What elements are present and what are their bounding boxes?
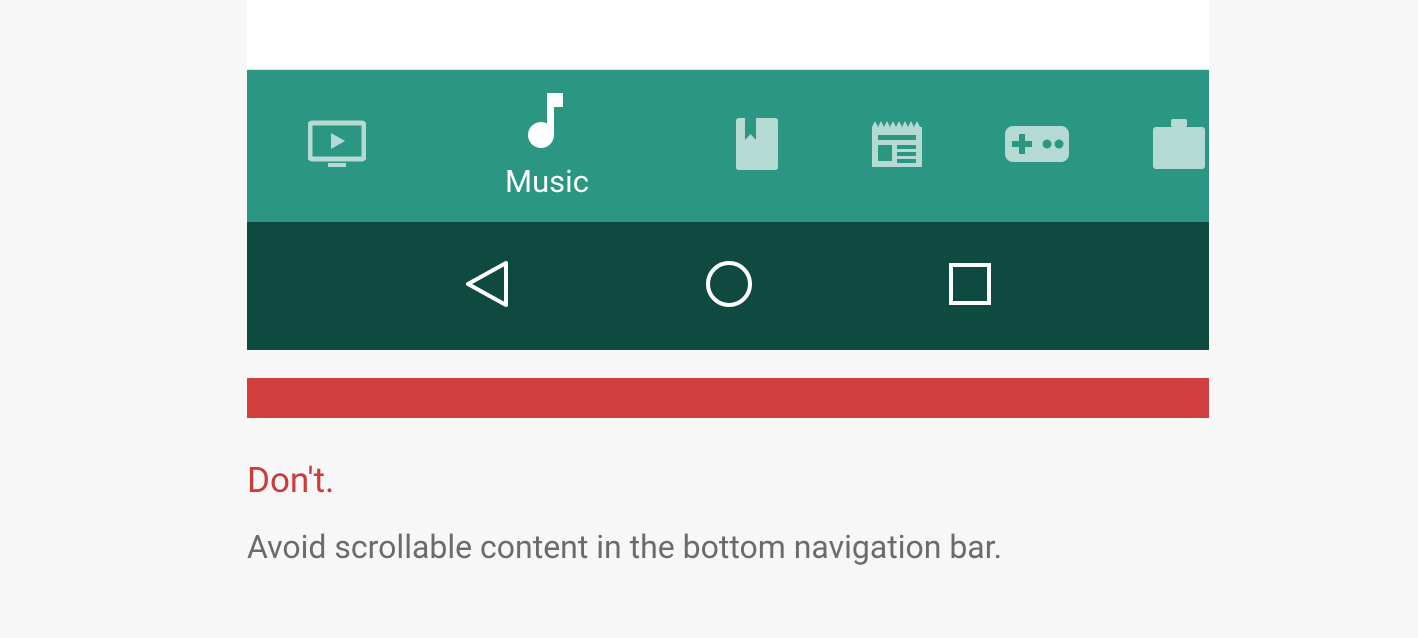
phone-mockup: Music: [247, 0, 1209, 350]
dont-indicator-bar: [247, 378, 1209, 418]
back-triangle-icon: [464, 259, 510, 313]
recents-square-icon: [948, 262, 992, 310]
home-circle-icon: [704, 259, 754, 313]
recents-button[interactable]: [948, 262, 992, 310]
back-button[interactable]: [464, 259, 510, 313]
gamepad-icon: [1005, 126, 1069, 166]
bookmark-icon: [736, 118, 778, 174]
caption-text: Avoid scrollable content in the bottom n…: [247, 525, 1209, 570]
nav-item-games[interactable]: [967, 126, 1107, 166]
newspaper-icon: [870, 119, 924, 173]
bottom-navigation-bar: Music: [247, 70, 1209, 222]
home-button[interactable]: [704, 259, 754, 313]
nav-item-news[interactable]: [827, 119, 967, 173]
content-area: [247, 0, 1209, 70]
nav-item-video[interactable]: [267, 119, 407, 173]
android-system-bar: [247, 222, 1209, 350]
shopping-bag-icon: [1153, 119, 1205, 173]
nav-item-books[interactable]: [687, 118, 827, 174]
music-note-icon: [525, 93, 569, 153]
dont-label: Don't.: [247, 460, 1209, 501]
caption-area: Don't. Avoid scrollable content in the b…: [247, 418, 1209, 570]
nav-item-label: Music: [505, 163, 589, 200]
video-play-icon: [308, 119, 366, 173]
nav-item-shop[interactable]: [1129, 119, 1209, 173]
nav-item-music[interactable]: Music: [407, 93, 687, 200]
